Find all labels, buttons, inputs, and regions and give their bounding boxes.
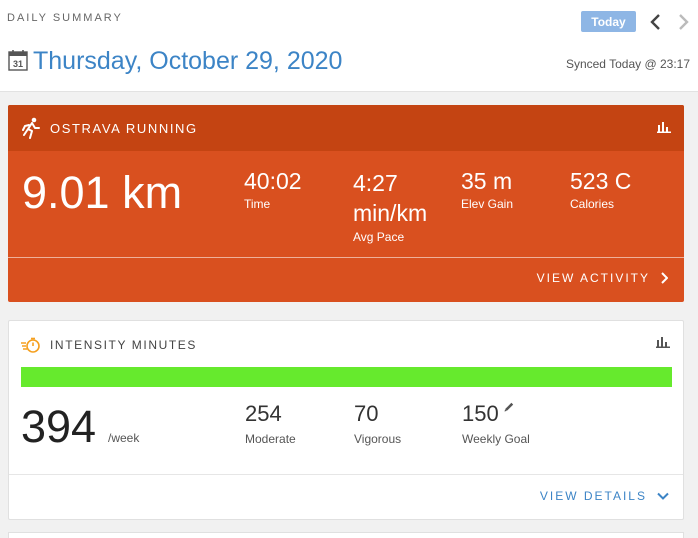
activity-distance: 9.01 km: [22, 167, 183, 218]
pencil-icon[interactable]: [503, 401, 515, 413]
section-label: DAILY SUMMARY: [7, 12, 123, 24]
stat-elevation: 35 m Elev Gain: [461, 168, 513, 211]
chevron-right-icon[interactable]: [675, 12, 691, 32]
stat-moderate: 254 Moderate: [245, 401, 296, 446]
stat-weekly-goal: 150 Weekly Goal: [462, 401, 530, 446]
chevron-down-icon: [657, 492, 669, 500]
chevron-left-icon[interactable]: [648, 12, 664, 32]
calendar-icon: 31: [8, 50, 28, 71]
stat-time: 40:02 Time: [244, 168, 302, 211]
pace-unit: min/km: [353, 200, 428, 226]
calories-value: 523 C: [570, 168, 632, 194]
intensity-total: 394: [21, 401, 97, 452]
view-activity-link[interactable]: VIEW ACTIVITY: [537, 271, 668, 285]
chevron-right-icon: [661, 272, 668, 284]
time-label: Time: [244, 197, 271, 211]
weekly-goal-label: Weekly Goal: [462, 432, 530, 446]
calendar-day-number: 31: [13, 59, 23, 69]
running-icon: [22, 117, 40, 139]
stat-vigorous: 70 Vigorous: [354, 401, 401, 446]
intensity-progress-bar: [21, 367, 672, 387]
stat-pace: 4:27 min/km Avg Pace: [353, 168, 427, 244]
pace-value: 4:27: [353, 170, 398, 196]
stat-calories: 523 C Calories: [570, 168, 631, 211]
view-details-link[interactable]: VIEW DETAILS: [540, 489, 669, 503]
daily-summary-header: DAILY SUMMARY Today 31 Thursday, October…: [0, 0, 698, 92]
intensity-unit: /week: [108, 431, 140, 445]
divider: [9, 474, 683, 475]
activity-card: OSTRAVA RUNNING 9.01 km 40:02 Time 4:27 …: [8, 105, 684, 302]
divider: [8, 257, 684, 258]
elevation-value: 35 m: [461, 168, 513, 194]
intensity-progress-fill: [21, 367, 672, 387]
stopwatch-icon: [21, 337, 40, 353]
intensity-minutes-card: INTENSITY MINUTES 394 /week 254 Moderate…: [8, 320, 684, 520]
time-value: 40:02: [244, 168, 302, 194]
elevation-label: Elev Gain: [461, 197, 514, 211]
bar-chart-icon[interactable]: [656, 336, 670, 348]
view-activity-label: VIEW ACTIVITY: [536, 271, 650, 285]
next-card: [8, 532, 684, 538]
activity-title: OSTRAVA RUNNING: [50, 121, 198, 136]
calories-label: Calories: [570, 197, 615, 211]
weekly-goal-value: 150: [462, 401, 499, 426]
today-button[interactable]: Today: [581, 11, 636, 32]
intensity-title: INTENSITY MINUTES: [50, 338, 197, 352]
bar-chart-icon[interactable]: [657, 121, 671, 133]
page-title: Thursday, October 29, 2020: [33, 47, 343, 75]
vigorous-label: Vigorous: [354, 432, 402, 446]
vigorous-value: 70: [354, 401, 379, 426]
pace-label: Avg Pace: [353, 230, 405, 244]
weekly-goal-row: 150: [462, 401, 530, 427]
moderate-value: 254: [245, 401, 282, 426]
view-details-label: VIEW DETAILS: [539, 489, 647, 503]
moderate-label: Moderate: [245, 432, 296, 446]
sync-status: Synced Today @ 23:17: [565, 57, 690, 71]
activity-card-header: OSTRAVA RUNNING: [8, 105, 684, 151]
